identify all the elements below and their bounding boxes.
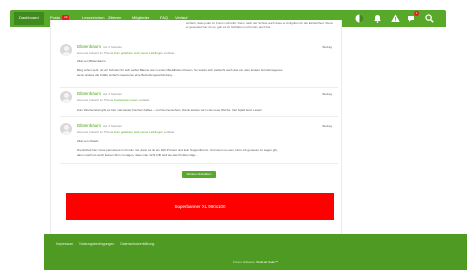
- search-icon[interactable]: [424, 13, 435, 24]
- activity-meta: Hat eine Antwort im Thema Kostenlose Les…: [77, 98, 150, 102]
- quote-heading: Zitat von Cliasin:: [77, 139, 100, 143]
- nav-item-dashboard[interactable]: Dashboard: [14, 12, 44, 25]
- timestamp: Vor 4 Stunden: [103, 92, 123, 96]
- activity-entry: Blütenbaum Vor 4 Stunden Hat eine Antwort…: [60, 90, 338, 117]
- activity-meta: Hat eine Antwort im Thema Zum geliebten …: [77, 130, 175, 134]
- activity-meta: Hat eine Antwort im Thema Zum geliebten …: [77, 51, 175, 55]
- footer-link-imprint[interactable]: Impressum: [56, 242, 73, 246]
- software-link[interactable]: WoltLab Suite™: [256, 260, 278, 264]
- author-name[interactable]: Blütenbaum Vor 2 Stunden: [77, 44, 122, 49]
- meta-suffix: verfasst.: [163, 51, 176, 55]
- magnifier-icon: [425, 14, 434, 23]
- post-text-line: wenn andere die Kräfte einfach zusammen …: [77, 73, 175, 77]
- meta-prefix: Hat eine Antwort im Thema: [77, 98, 114, 102]
- activity-entry: Blütenbaum Vor 2 Stunden Hat eine Antwort…: [60, 43, 338, 88]
- previous-post-snippet: einfach, dass jeder im Forum schreibt. D…: [186, 21, 334, 29]
- author-name[interactable]: Blütenbaum Vor 4 Stunden: [77, 91, 122, 96]
- thread-link[interactable]: Zum geliebten sind meine Lieblingen: [114, 130, 163, 134]
- avatar[interactable]: [60, 123, 72, 135]
- post-type-label: Beitrag: [322, 124, 332, 128]
- author-link[interactable]: Blütenbaum: [77, 123, 101, 128]
- post-text-line: dann macht es auch keinen Sinn zu sagen,…: [77, 153, 198, 157]
- thread-link[interactable]: Zum geliebten sind meine Lieblingen: [114, 51, 163, 55]
- conversations-icon[interactable]: 1: [406, 11, 419, 24]
- footer: Impressum Nutzungsbedingungen Datenschut…: [44, 234, 467, 270]
- meta-suffix: verfasst.: [138, 98, 151, 102]
- author-link[interactable]: Blütenbaum: [77, 44, 101, 49]
- superbanner-ad[interactable]: Superbanner XL 960x100: [66, 193, 334, 220]
- post-text-line: Blog schon sehr, ob wir Schulen für sich…: [77, 68, 283, 72]
- post-type-label: Beitrag: [322, 92, 332, 96]
- notifications-bell-icon[interactable]: [372, 13, 383, 24]
- post-type-label: Beitrag: [322, 45, 332, 49]
- activity-entry: Blütenbaum Vor 4 Stunden Hat eine Antwort…: [60, 122, 338, 164]
- timestamp: Vor 2 Stunden: [103, 45, 123, 49]
- author-name[interactable]: Blütenbaum Vor 4 Stunden: [77, 123, 122, 128]
- notifications-count-badge: 1: [414, 11, 419, 16]
- warning-icon[interactable]: [390, 13, 401, 24]
- warning-triangle-icon: [391, 14, 400, 22]
- meta-prefix: Hat eine Antwort im Thema: [77, 130, 114, 134]
- footer-links: Impressum Nutzungsbedingungen Datenschut…: [56, 242, 159, 246]
- avatar[interactable]: [60, 44, 72, 56]
- quote-heading: Zitat von Blütenbaum:: [77, 59, 107, 63]
- user-circle-icon: [355, 14, 364, 23]
- copyright: Forum-Software: WoltLab Suite™: [44, 260, 467, 264]
- meta-prefix: Hat eine Antwort im Thema: [77, 51, 114, 55]
- more-activities-button[interactable]: Weitere Aktivitäten: [182, 171, 216, 178]
- user-avatar-icon[interactable]: [354, 13, 365, 24]
- footer-link-terms[interactable]: Nutzungsbedingungen: [79, 242, 114, 246]
- thread-link[interactable]: Kostenlose Lesen: [114, 98, 138, 102]
- copyright-prefix: Forum-Software:: [233, 260, 256, 264]
- bell-icon: [374, 15, 381, 23]
- post-text-line: Zum Wochenstart gibt es hier mal wieder …: [77, 108, 263, 112]
- footer-link-privacy[interactable]: Datenschutzerklärung: [120, 242, 154, 246]
- post-text-line: Die Einheit hier muss permanent im Forum…: [77, 148, 278, 152]
- author-link[interactable]: Blütenbaum: [77, 91, 101, 96]
- avatar[interactable]: [60, 91, 72, 103]
- timestamp: Vor 4 Stunden: [103, 124, 123, 128]
- meta-suffix: verfasst.: [163, 130, 176, 134]
